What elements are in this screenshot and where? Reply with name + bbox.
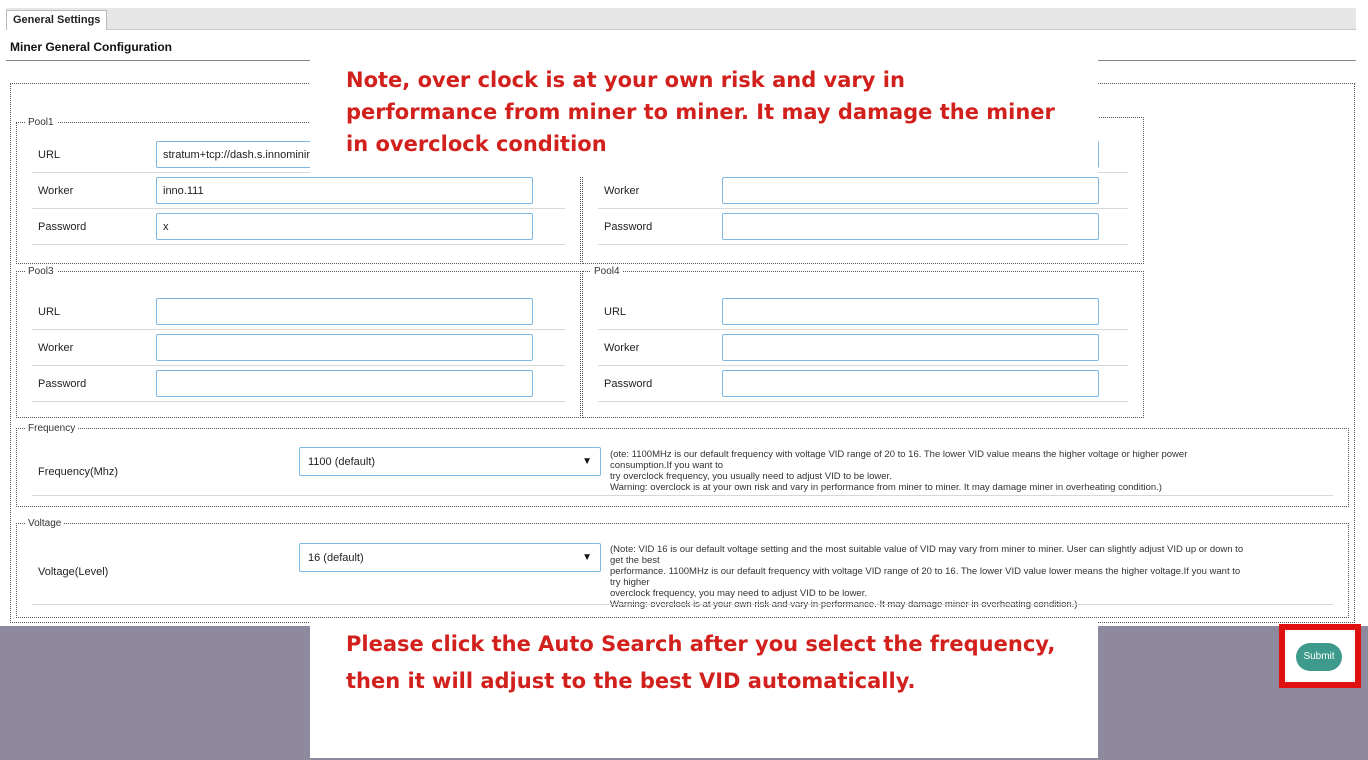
pool1-legend: Pool1	[28, 117, 54, 128]
pool1-url-label: URL	[38, 149, 61, 161]
pool4-fields: URL Worker Password	[582, 294, 1144, 406]
pool2-worker-label: Worker	[604, 185, 640, 197]
dropdown-arrow-icon: ▼	[582, 456, 592, 467]
pool4-password-label: Password	[604, 378, 653, 390]
pool4-worker-label: Worker	[604, 342, 640, 354]
pool3-url-row: URL	[32, 294, 565, 330]
frequency-select[interactable]: 1100 (default) ▼	[299, 447, 601, 476]
pool3-url-label: URL	[38, 306, 61, 318]
pool4-password-input[interactable]	[722, 370, 1099, 397]
pool4-url-row: URL	[598, 294, 1128, 330]
pool3-url-input[interactable]	[156, 298, 533, 325]
pool3-password-input[interactable]	[156, 370, 533, 397]
voltage-note-line: (Note: VID 16 is our default voltage set…	[610, 544, 1244, 566]
pool3-legend: Pool3	[28, 266, 54, 277]
pool4-url-label: URL	[604, 306, 627, 318]
frequency-note-line: try overclock frequency, you usually nee…	[610, 471, 892, 482]
voltage-row: Voltage(Level) 16 (default) ▼ (Note: VID…	[16, 528, 1349, 616]
pool4-worker-input[interactable]	[722, 334, 1099, 361]
pool3-worker-label: Worker	[38, 342, 74, 354]
overclock-warning-callout: Note, over clock is at your own risk and…	[310, 56, 1098, 176]
pool4-legend: Pool4	[594, 266, 620, 277]
pool3-fields: URL Worker Password	[16, 294, 581, 406]
voltage-note: (Note: VID 16 is our default voltage set…	[610, 544, 1250, 610]
pool4-worker-row: Worker	[598, 330, 1128, 366]
pool2-password-row: Password	[598, 209, 1128, 245]
frequency-note-line: Warning: overclock is at your own risk a…	[610, 482, 1162, 493]
section-title: Miner General Configuration	[10, 40, 173, 54]
pool2-worker-row: Worker	[598, 173, 1128, 209]
pool1-worker-label: Worker	[38, 185, 74, 197]
tab-general-settings[interactable]: General Settings	[6, 10, 108, 30]
pool1-password-row: Password	[32, 209, 565, 245]
pool4-url-input[interactable]	[722, 298, 1099, 325]
auto-search-instruction-callout: Please click the Auto Search after you s…	[310, 620, 1098, 758]
pool2-password-input[interactable]	[722, 213, 1099, 240]
frequency-row: Frequency(Mhz) 1100 (default) ▼ (ote: 11…	[16, 430, 1349, 505]
dropdown-arrow-icon: ▼	[582, 552, 592, 563]
pool1-password-label: Password	[38, 221, 87, 233]
pool4-password-row: Password	[598, 366, 1128, 402]
pool1-worker-row: Worker	[32, 173, 565, 209]
voltage-note-line: overclock frequency, you may need to adj…	[610, 588, 867, 599]
frequency-divider	[32, 495, 1333, 496]
pool1-worker-input[interactable]	[156, 177, 533, 204]
pool3-worker-input[interactable]	[156, 334, 533, 361]
voltage-select-value: 16 (default)	[308, 552, 364, 564]
voltage-select[interactable]: 16 (default) ▼	[299, 543, 601, 572]
pool1-password-input[interactable]	[156, 213, 533, 240]
pool3-password-row: Password	[32, 366, 565, 402]
frequency-select-value: 1100 (default)	[308, 456, 376, 468]
voltage-note-line: performance. 1100MHz is our default freq…	[610, 566, 1241, 588]
frequency-note: (ote: 1100MHz is our default frequency w…	[610, 449, 1250, 493]
submit-button[interactable]: Submit	[1296, 643, 1342, 671]
frequency-label: Frequency(Mhz)	[38, 466, 119, 478]
voltage-label: Voltage(Level)	[38, 566, 109, 578]
voltage-divider	[32, 604, 1333, 605]
pool3-worker-row: Worker	[32, 330, 565, 366]
tab-bar: General Settings	[6, 8, 1356, 30]
pool2-password-label: Password	[604, 221, 653, 233]
pool3-password-label: Password	[38, 378, 87, 390]
frequency-note-line: (ote: 1100MHz is our default frequency w…	[610, 449, 1188, 471]
pool2-worker-input[interactable]	[722, 177, 1099, 204]
